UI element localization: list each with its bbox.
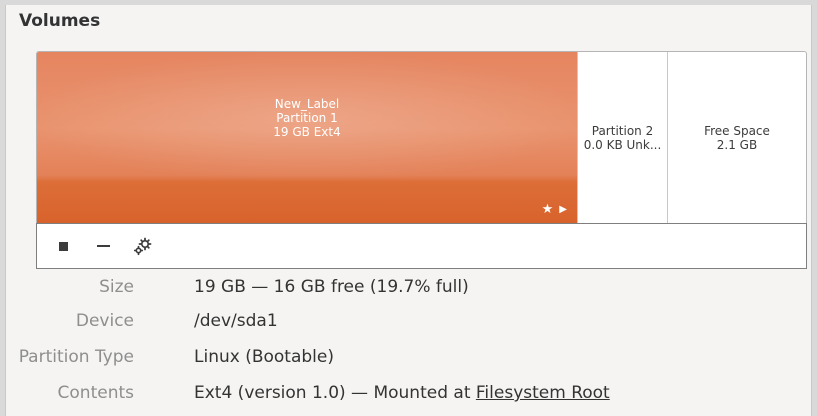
device-label: Device bbox=[75, 311, 134, 331]
partition-type-value: Linux (Bootable) bbox=[194, 347, 334, 367]
stop-icon bbox=[58, 241, 68, 251]
contents-row: Contents Ext4 (version 1.0) — Mounted at… bbox=[6, 383, 766, 407]
size-value: 19 GB — 16 GB free (19.7% full) bbox=[194, 277, 469, 297]
device-value: /dev/sda1 bbox=[194, 311, 278, 331]
partition-1-name: Partition 1 bbox=[276, 110, 338, 125]
volume-map: New_Label Partition 1 19 GB Ext4 ★ ▶ Par… bbox=[36, 51, 807, 223]
minus-icon bbox=[96, 245, 110, 247]
free-space-text: Free Space 2.1 GB bbox=[704, 124, 770, 152]
free-space-detail: 2.1 GB bbox=[716, 137, 758, 152]
partition-type-label: Partition Type bbox=[18, 347, 134, 367]
gears-icon bbox=[133, 237, 152, 256]
contents-value: Ext4 (version 1.0) — Mounted at Filesyst… bbox=[194, 383, 610, 403]
partition-1-flags: ★ ▶ bbox=[542, 203, 567, 217]
filesystem-root-link[interactable]: Filesystem Root bbox=[476, 383, 610, 403]
partition-2-detail: 0.0 KB Unk... bbox=[583, 137, 662, 152]
unmount-button[interactable] bbox=[49, 232, 77, 260]
partition-2-text: Partition 2 0.0 KB Unk... bbox=[584, 124, 662, 152]
size-label: Size bbox=[99, 277, 134, 297]
volumes-heading: Volumes bbox=[19, 11, 101, 31]
size-row: Size 19 GB — 16 GB free (19.7% full) bbox=[6, 277, 766, 301]
play-icon: ▶ bbox=[559, 204, 567, 215]
partition-2-name: Partition 2 bbox=[591, 123, 654, 138]
delete-partition-button[interactable] bbox=[89, 232, 117, 260]
partition-1-detail: 19 GB Ext4 bbox=[273, 124, 341, 139]
partition-1-segment[interactable]: New_Label Partition 1 19 GB Ext4 ★ ▶ bbox=[37, 52, 577, 223]
device-row: Device /dev/sda1 bbox=[6, 311, 766, 335]
free-space-segment[interactable]: Free Space 2.1 GB bbox=[667, 52, 806, 223]
partition-1-text: New_Label Partition 1 19 GB Ext4 bbox=[273, 97, 340, 139]
more-actions-button[interactable] bbox=[129, 232, 157, 260]
contents-label: Contents bbox=[57, 383, 134, 403]
partition-type-row: Partition Type Linux (Bootable) bbox=[6, 347, 766, 371]
volumes-panel: Volumes New_Label Partition 1 19 GB Ext4… bbox=[5, 5, 812, 416]
partition-2-segment[interactable]: Partition 2 0.0 KB Unk... bbox=[577, 52, 667, 223]
partition-1-label: New_Label bbox=[274, 96, 340, 111]
star-icon: ★ bbox=[541, 202, 554, 217]
volume-toolbar bbox=[36, 223, 807, 269]
free-space-name: Free Space bbox=[704, 123, 770, 138]
contents-value-text: Ext4 (version 1.0) — Mounted at bbox=[194, 383, 476, 403]
